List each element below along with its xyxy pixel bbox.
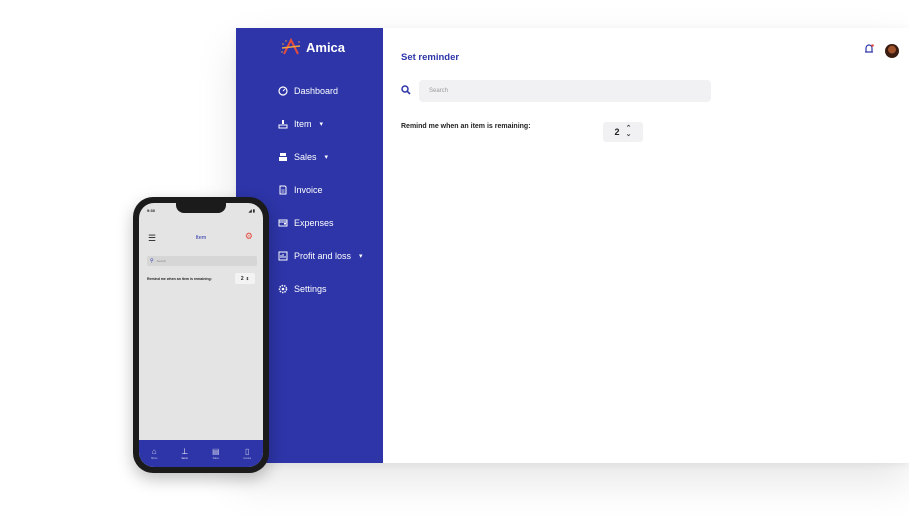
amica-logo-icon: [281, 38, 301, 55]
bell-icon[interactable]: [863, 42, 875, 60]
dashboard-icon: [278, 86, 288, 96]
search-icon: [401, 82, 411, 100]
tab-label: Sales: [212, 456, 219, 460]
reminder-label: Remind me when an item is remaining:: [401, 123, 531, 130]
reminder-value: 2: [614, 127, 620, 137]
phone-notch: [176, 203, 226, 213]
sidebar-item-label: Settings: [294, 284, 327, 294]
item-icon: ⊥: [181, 446, 189, 456]
brand-logo[interactable]: Amica: [280, 38, 345, 56]
main-content: Set reminder Search Remind me when an it…: [383, 28, 909, 463]
phone-mockup: 9:30 ◢ ▮ ☰ Item ⚙ ⚲ Search Remind me whe…: [133, 197, 269, 473]
sidebar-item-sales[interactable]: Sales ▾: [278, 152, 328, 162]
search-icon: ⚲: [150, 258, 154, 264]
tab-items[interactable]: ⊥ Items: [181, 446, 189, 460]
stepper-arrows-icon[interactable]: ⌃ ⌄: [626, 125, 632, 138]
phone-screen: 9:30 ◢ ▮ ☰ Item ⚙ ⚲ Search Remind me whe…: [139, 203, 263, 467]
chevron-down-icon: ▾: [359, 253, 363, 260]
sidebar-item-dashboard[interactable]: Dashboard: [278, 86, 338, 96]
settings-icon[interactable]: ⚙: [245, 231, 253, 242]
page-title: Set reminder: [401, 52, 460, 63]
sidebar-item-label: Invoice: [294, 185, 323, 195]
chart-icon: [278, 251, 288, 261]
phone-reminder-label: Remind me when an item is remaining:: [147, 277, 212, 281]
home-icon: ⌂: [151, 446, 157, 456]
chevron-down-icon: ▾: [324, 154, 329, 161]
tab-label: Items: [181, 456, 188, 460]
avatar[interactable]: [885, 44, 899, 58]
sidebar-item-invoice[interactable]: Invoice: [278, 185, 323, 195]
stepper-arrows-icon[interactable]: ⇕: [246, 276, 249, 281]
search-input[interactable]: Search: [419, 80, 711, 102]
phone-quantity-stepper[interactable]: 2 ⇕: [235, 273, 255, 284]
tab-sales[interactable]: ▤ Sales: [211, 446, 220, 460]
sidebar-item-label: Item: [294, 119, 312, 129]
brand-name: Amica: [306, 39, 346, 55]
phone-reminder-value: 2: [240, 275, 244, 282]
tab-label: Home: [150, 456, 158, 460]
expenses-icon: [278, 218, 288, 228]
status-time: 9:30: [147, 208, 156, 213]
tab-home[interactable]: ⌂ Home: [150, 446, 158, 460]
tab-label: Invoice: [243, 456, 252, 460]
register-icon: ▤: [211, 446, 220, 456]
register-icon: [278, 152, 288, 162]
invoice-icon: ▯: [244, 446, 250, 456]
phone-search-input[interactable]: ⚲ Search: [147, 256, 257, 266]
desktop-window: Amica Dashboard Item ▾ Sales ▾ Invoice E…: [236, 28, 909, 463]
sidebar-item-label: Sales: [294, 152, 317, 162]
sidebar-item-label: Profit and loss: [294, 251, 352, 261]
sidebar-item-settings[interactable]: Settings: [278, 284, 327, 294]
sidebar-item-item[interactable]: Item ▾: [278, 119, 323, 129]
tab-invoice[interactable]: ▯ Invoice: [243, 446, 252, 460]
phone-search-placeholder: Search: [156, 259, 167, 263]
item-icon: [278, 119, 288, 129]
sidebar-item-expenses[interactable]: Expenses: [278, 218, 334, 228]
gear-icon: [278, 284, 288, 294]
sidebar-item-label: Dashboard: [294, 86, 339, 96]
invoice-icon: [278, 185, 288, 195]
phone-bottom-nav: ⌂ Home ⊥ Items ▤ Sales ▯ Invoice: [139, 440, 263, 467]
reminder-quantity-stepper[interactable]: 2 ⌃ ⌄: [603, 122, 643, 142]
chevron-down-icon: ▾: [319, 121, 324, 128]
top-bar-icons: [863, 42, 899, 60]
signal-icon: ◢ ▮: [248, 208, 255, 213]
search-bar: Search: [401, 80, 711, 102]
sidebar-item-profit-and-loss[interactable]: Profit and loss ▾: [278, 251, 363, 261]
sidebar-item-label: Expenses: [294, 218, 334, 228]
